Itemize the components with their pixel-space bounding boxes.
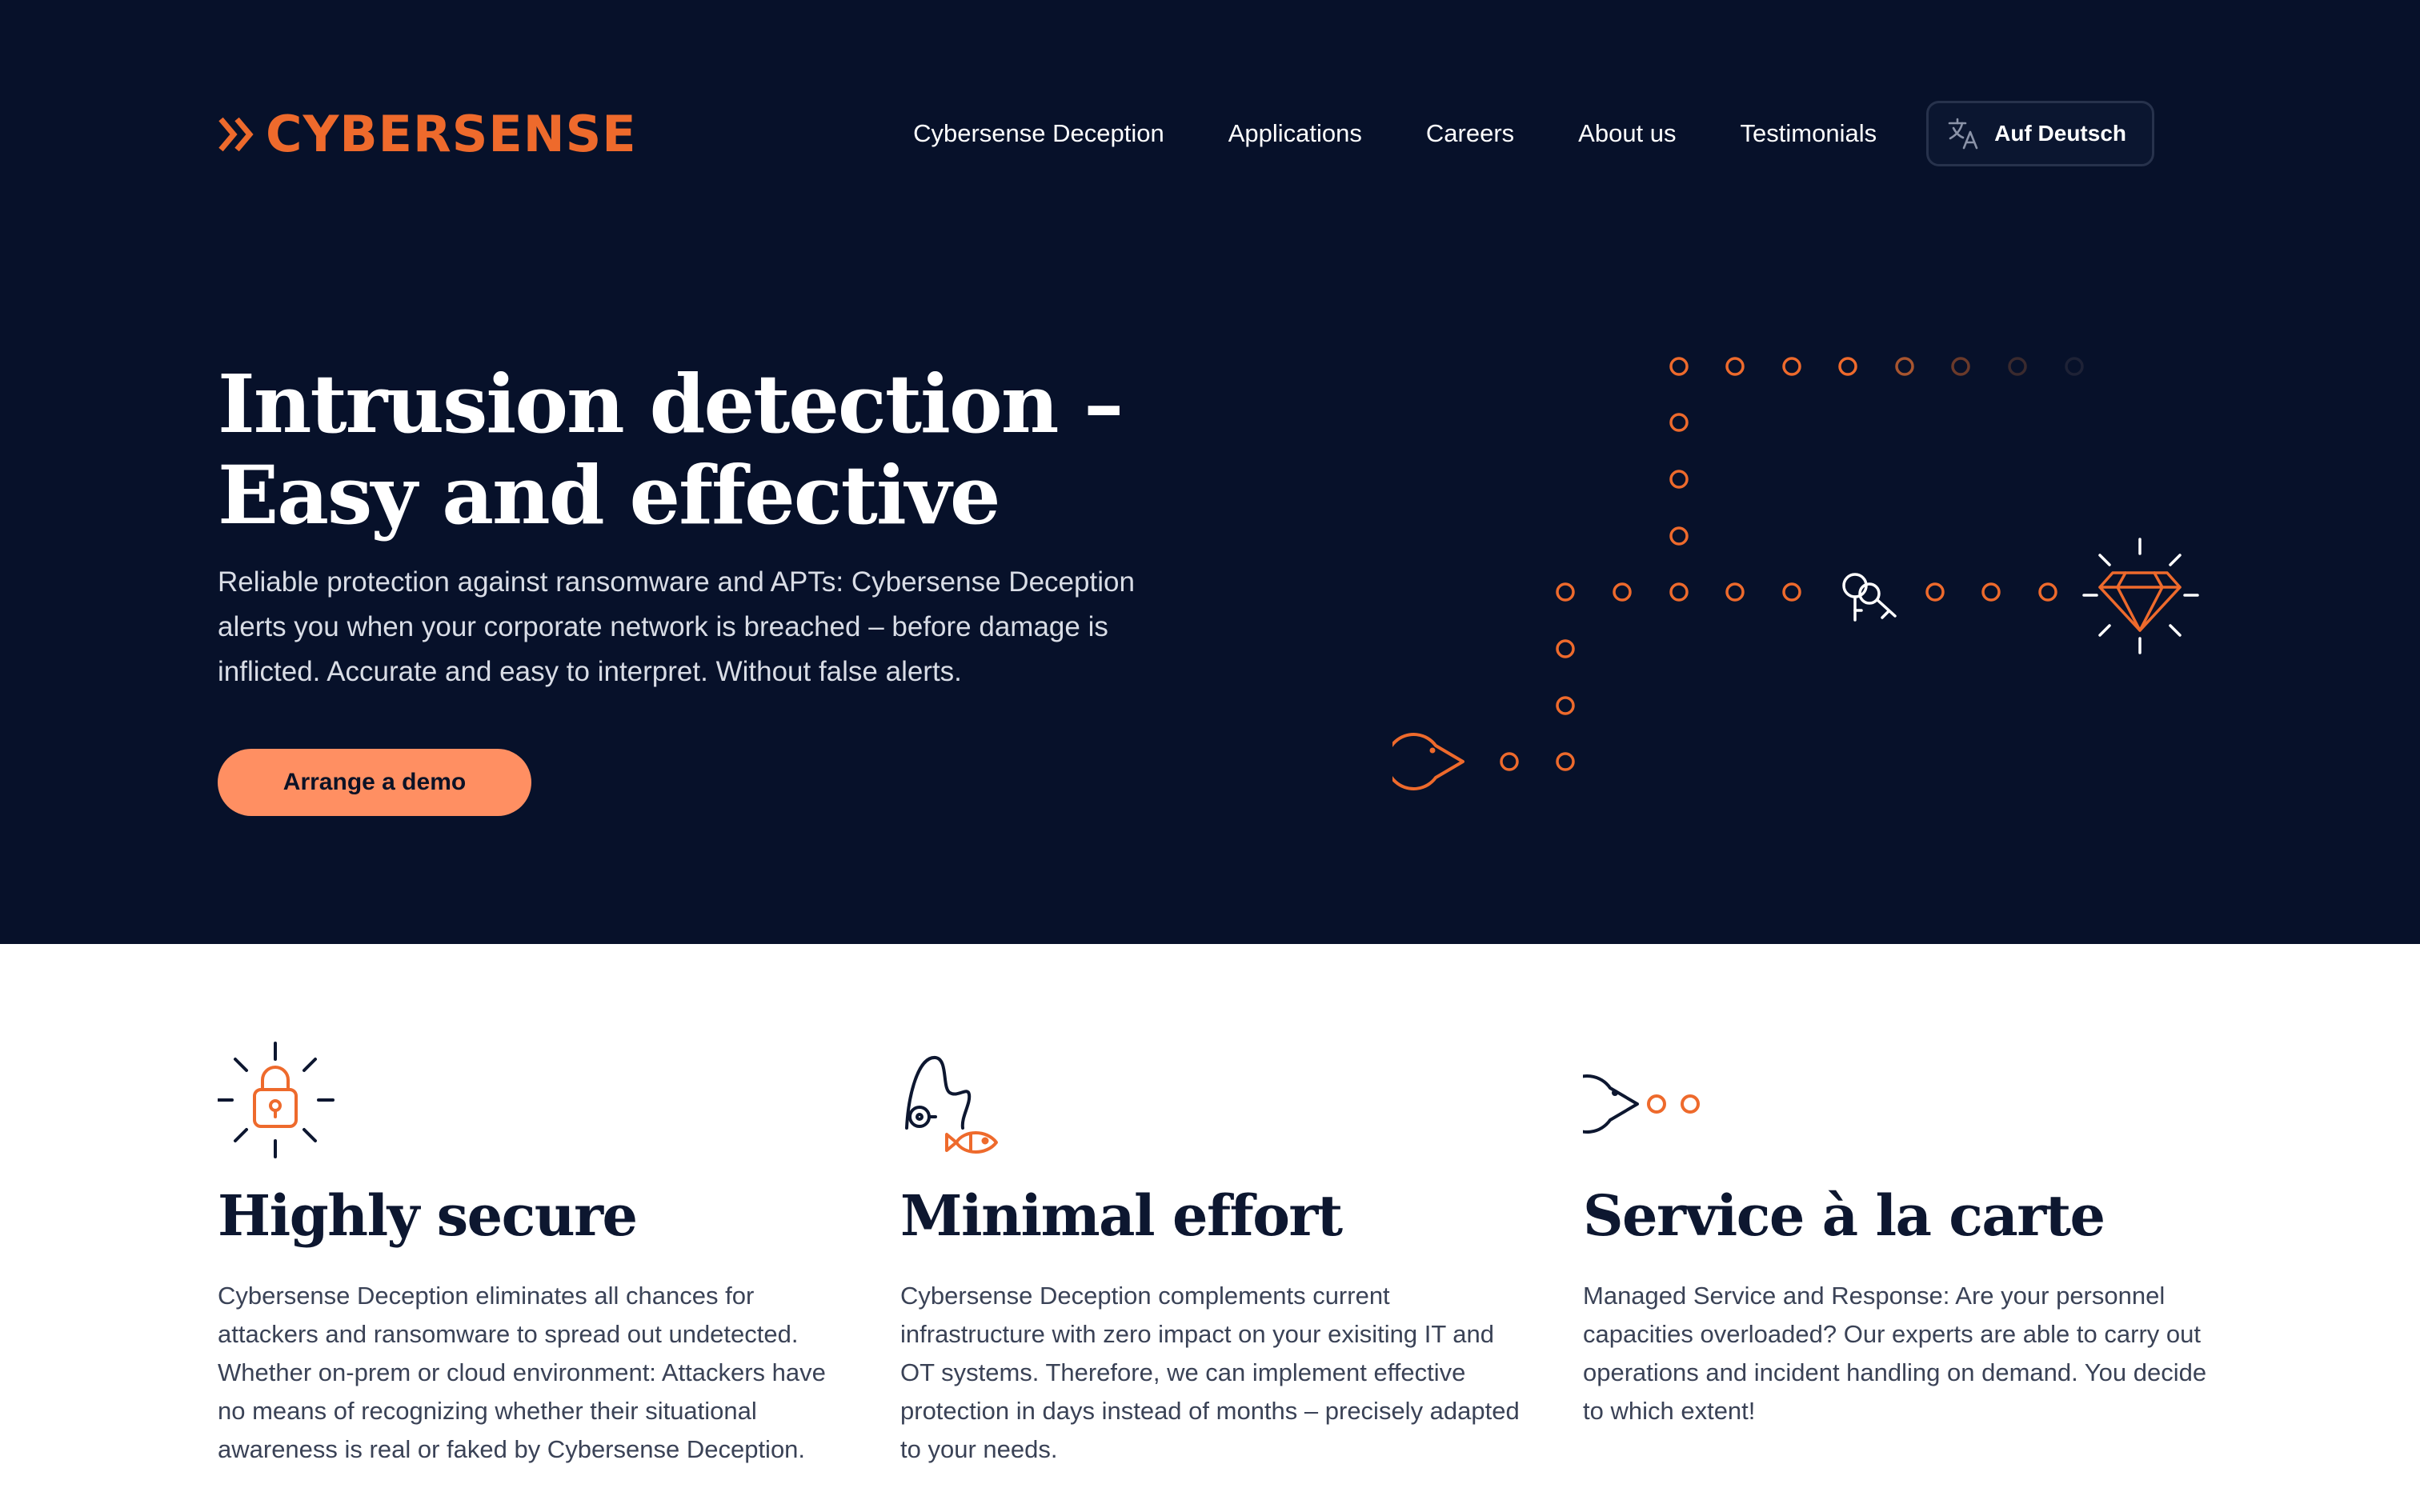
translate-icon <box>1948 118 1978 150</box>
brand-name: CYBERSENSE <box>266 105 637 163</box>
hero-title: Intrusion detection – Easy and effective <box>218 357 1124 542</box>
feature-text: Cybersense Deception eliminates all chan… <box>218 1282 826 1463</box>
language-switch-label: Auf Deutsch <box>1994 121 2126 146</box>
pacman-icon <box>1392 733 1464 790</box>
main-navigation: Cybersense Deception Applications Career… <box>913 99 2154 168</box>
feature-title: Highly secure <box>218 1182 638 1249</box>
hero-section: CYBERSENSE Cybersense Deception Applicat… <box>0 0 2420 944</box>
pacman-icon <box>1583 1074 1700 1134</box>
feature-text: Cybersense Deception complements current… <box>900 1282 1520 1463</box>
hero-path-graphic <box>1392 357 2199 790</box>
arrange-demo-button[interactable]: Arrange a demo <box>218 749 531 816</box>
nav-item-careers[interactable]: Careers <box>1426 119 1514 148</box>
feature-title: Minimal effort <box>900 1182 1343 1249</box>
nav-item-cybersense-deception[interactable]: Cybersense Deception <box>913 119 1164 148</box>
nav-item-testimonials[interactable]: Testimonials <box>1741 119 1877 148</box>
feature-title: Service à la carte <box>1583 1182 2105 1249</box>
language-switch-button[interactable]: Auf Deutsch <box>1926 101 2154 166</box>
diamond-icon <box>2082 538 2199 654</box>
brand-logo[interactable]: CYBERSENSE <box>218 109 637 160</box>
fishing-rod-icon <box>905 1056 998 1154</box>
nav-item-about-us[interactable]: About us <box>1578 119 1676 148</box>
key-icon <box>1842 573 1897 622</box>
feature-text: Managed Service and Response: Are your p… <box>1583 1282 2207 1425</box>
hero-description: Reliable protection against ransomware a… <box>218 566 1135 687</box>
chevrons-logo-icon <box>218 117 254 152</box>
nav-item-applications[interactable]: Applications <box>1228 119 1362 148</box>
padlock-icon <box>218 1042 335 1158</box>
